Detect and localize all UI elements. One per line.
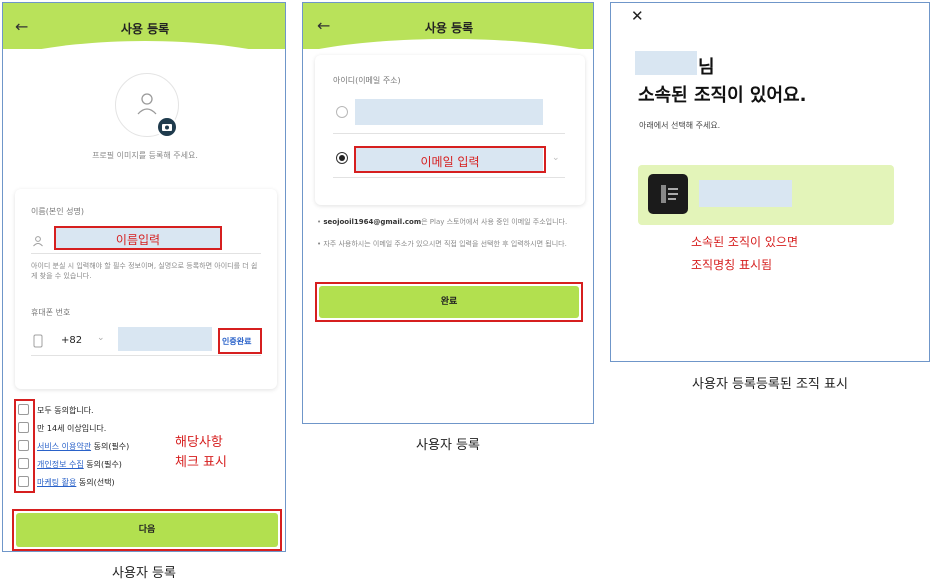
country-code[interactable]: +82 xyxy=(61,335,82,346)
marketing-label: 마케팅 활용 동의(선택) xyxy=(37,478,115,487)
check-annotation-line2: 체크 표시 xyxy=(175,455,227,470)
page-title: 사용 등록 xyxy=(120,22,170,36)
phone-underline xyxy=(31,355,261,356)
privacy-label: 개인정보 수집 동의(필수) xyxy=(37,460,122,469)
name-underline xyxy=(31,253,261,254)
caption-screen3: 사용자 등록등록된 조직 표시 xyxy=(692,377,848,392)
org-annotation-line2: 조직명칭 표시됨 xyxy=(691,258,773,272)
select-hint: 아래에서 선택해 주세요. xyxy=(639,121,721,130)
radio-option-2-selected[interactable] xyxy=(336,152,348,164)
age-14-label: 만 14세 이상입니다. xyxy=(37,424,107,433)
page-title: 사용 등록 xyxy=(424,21,474,35)
caption-screen2: 사용자 등록 xyxy=(416,438,480,453)
chevron-down-icon[interactable]: ⌄ xyxy=(97,333,105,343)
person-outline-icon xyxy=(32,232,44,251)
form-card xyxy=(15,189,277,389)
camera-icon[interactable] xyxy=(156,116,178,138)
profile-hint: 프로필 이미지를 등록해 주세요. xyxy=(92,151,198,160)
name-help-text: 아이디 분실 시 입력해야 할 필수 정보이며, 실명으로 등록하면 아이디를 … xyxy=(31,262,258,280)
terms-label: 서비스 이용약관 동의(필수) xyxy=(37,442,130,451)
name-label: 이름(본인 성명) xyxy=(31,207,84,216)
organization-name-redacted xyxy=(699,180,792,207)
organization-logo xyxy=(648,174,688,214)
note-direct-input: • 자주 사용하시는 이메일 주소가 있으시면 직접 입력을 선택한 후 입력하… xyxy=(317,240,567,248)
verify-button-highlight xyxy=(218,328,262,354)
org-annotation-line1: 소속된 조직이 있으면 xyxy=(691,235,798,249)
checkbox-column-highlight xyxy=(14,399,35,493)
agree-all-label: 모두 동의합니다. xyxy=(37,406,94,415)
name-annotation: 이름입력 xyxy=(115,233,161,247)
email-underline xyxy=(333,177,565,178)
phone-label: 휴대폰 번호 xyxy=(31,308,71,317)
screen-organization: ✕ 님 소속된 조직이 있어요. 아래에서 선택해 주세요. 소속된 조직이 있… xyxy=(610,2,930,362)
phone-icon xyxy=(33,333,43,352)
caption-screen1: 사용자 등록 xyxy=(112,566,176,581)
user-name-redacted xyxy=(635,51,697,75)
privacy-link[interactable]: 개인정보 수집 xyxy=(37,460,84,469)
option-divider xyxy=(333,133,565,134)
screen-registration-email: ← 사용 등록 아이디(이메일 주소) 이메일 입력 ⌄ • seojooil1… xyxy=(302,2,594,424)
chevron-down-icon[interactable]: ⌄ xyxy=(552,153,560,163)
email-annotation: 이메일 입력 xyxy=(420,155,480,169)
check-annotation-line1: 해당사항 xyxy=(175,435,223,450)
email-option-1[interactable] xyxy=(355,99,543,125)
organization-heading: 소속된 조직이 있어요. xyxy=(638,85,807,106)
terms-link[interactable]: 서비스 이용약관 xyxy=(37,442,91,451)
note-gmail: • seojooil1964@gmail.com은 Play 스토어에서 사용 … xyxy=(317,218,568,226)
name-suffix: 님 xyxy=(698,57,715,78)
marketing-link[interactable]: 마케팅 활용 xyxy=(37,478,76,487)
id-label: 아이디(이메일 주소) xyxy=(333,76,401,85)
close-icon[interactable]: ✕ xyxy=(631,7,644,25)
screen-registration-profile: ← 사용 등록 프로필 이미지를 등록해 주세요. 이름(본인 성명) 이름입력… xyxy=(2,2,286,552)
phone-input[interactable] xyxy=(118,327,212,351)
radio-option-1[interactable] xyxy=(336,106,348,118)
next-button-highlight xyxy=(12,509,282,551)
done-button-highlight xyxy=(315,282,583,322)
